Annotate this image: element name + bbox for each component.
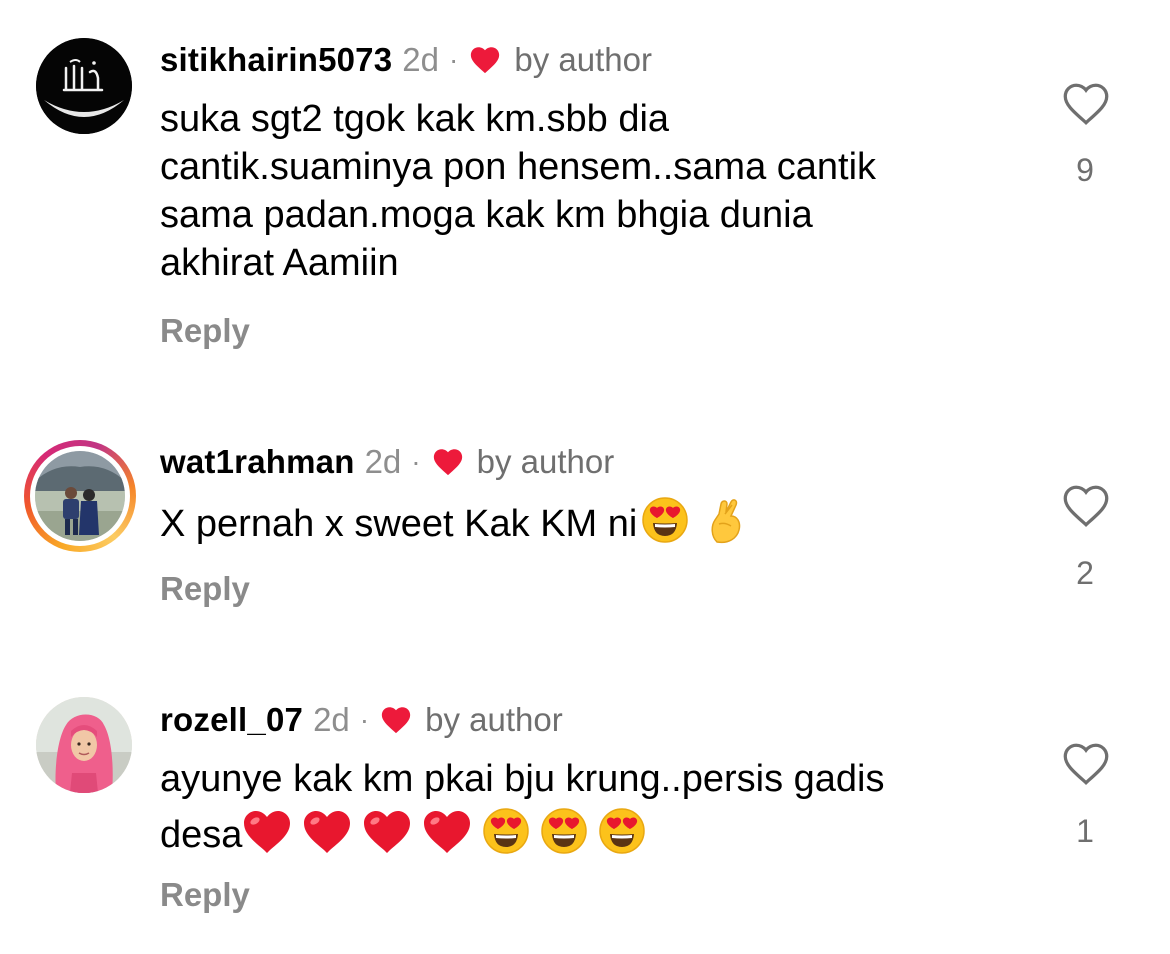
comment-text-line: sama padan.moga kak km bhgia dunia bbox=[160, 194, 813, 236]
comment-header: wat1rahman 2d · by author bbox=[160, 442, 614, 482]
red-heart-emoji bbox=[364, 811, 411, 853]
liked-by-author-label: by author bbox=[425, 701, 563, 738]
reply-button[interactable]: Reply bbox=[160, 312, 250, 350]
like-count: 9 bbox=[1076, 152, 1094, 188]
couple-photo bbox=[35, 451, 125, 541]
comment-text-line: cantik.suaminya pon hensem..sama cantik bbox=[160, 146, 877, 188]
comment-text-line: suka sgt2 tgok kak km.sbb dia bbox=[160, 98, 670, 140]
comment-header: rozell_07 2d · by author bbox=[160, 700, 563, 740]
woman-hijab-photo bbox=[36, 697, 132, 793]
red-heart-emoji bbox=[424, 811, 471, 853]
comment-text-line-2: desa bbox=[160, 807, 1020, 857]
like-count: 2 bbox=[1076, 555, 1094, 591]
reply-button[interactable]: Reply bbox=[160, 570, 250, 608]
heart-eyes-emoji bbox=[541, 808, 588, 854]
reply-button[interactable]: Reply bbox=[160, 876, 250, 914]
crossed-fingers-emoji bbox=[711, 499, 741, 544]
couple-photo-image bbox=[35, 451, 125, 541]
red-heart-emoji bbox=[244, 811, 291, 853]
liked-by-author-label: by author bbox=[476, 443, 615, 480]
avatar[interactable] bbox=[24, 440, 136, 552]
like-count: 1 bbox=[1076, 813, 1094, 849]
timestamp: 2d bbox=[364, 443, 402, 480]
comment-header: sitikhairin5073 2d · by author bbox=[160, 40, 652, 80]
avatar-story-ring bbox=[30, 446, 130, 546]
avatar[interactable] bbox=[36, 38, 132, 134]
liked-by-author-label: by author bbox=[514, 41, 652, 78]
heart-outline-icon[interactable] bbox=[1059, 78, 1113, 126]
heart-outline-icon[interactable] bbox=[1059, 480, 1113, 528]
heart-filled-icon bbox=[433, 449, 462, 476]
comment-text: suka sgt2 tgok kak km.sbb dia cantik.sua… bbox=[160, 95, 1020, 287]
heart-eyes-emoji bbox=[483, 808, 530, 854]
heart-filled-icon bbox=[471, 47, 500, 74]
comment-text-line: ayunye kak km pkai bju krung..persis gad… bbox=[160, 758, 885, 800]
separator: · bbox=[449, 44, 459, 75]
comment-text-content: X pernah x sweet Kak KM ni bbox=[160, 503, 638, 545]
calligraphy-icon bbox=[36, 38, 132, 134]
separator: · bbox=[411, 446, 421, 477]
heart-outline-icon[interactable] bbox=[1059, 738, 1113, 786]
comment-text-line: akhirat Aamiin bbox=[160, 242, 399, 284]
avatar[interactable] bbox=[36, 697, 132, 793]
timestamp: 2d bbox=[313, 701, 350, 738]
heart-filled-icon bbox=[381, 707, 411, 734]
heart-eyes-emoji bbox=[642, 497, 689, 543]
comment-text-content: desa bbox=[160, 814, 243, 856]
username[interactable]: wat1rahman bbox=[160, 443, 355, 481]
red-heart-emoji bbox=[304, 811, 351, 853]
timestamp: 2d bbox=[402, 41, 440, 78]
username[interactable]: rozell_07 bbox=[160, 701, 303, 739]
comment-text: ayunye kak km pkai bju krung..persis gad… bbox=[160, 755, 1020, 857]
heart-eyes-emoji bbox=[599, 808, 646, 854]
separator: · bbox=[359, 704, 370, 735]
username[interactable]: sitikhairin5073 bbox=[160, 41, 392, 79]
comment-text: X pernah x sweet Kak KM ni bbox=[160, 496, 1020, 548]
